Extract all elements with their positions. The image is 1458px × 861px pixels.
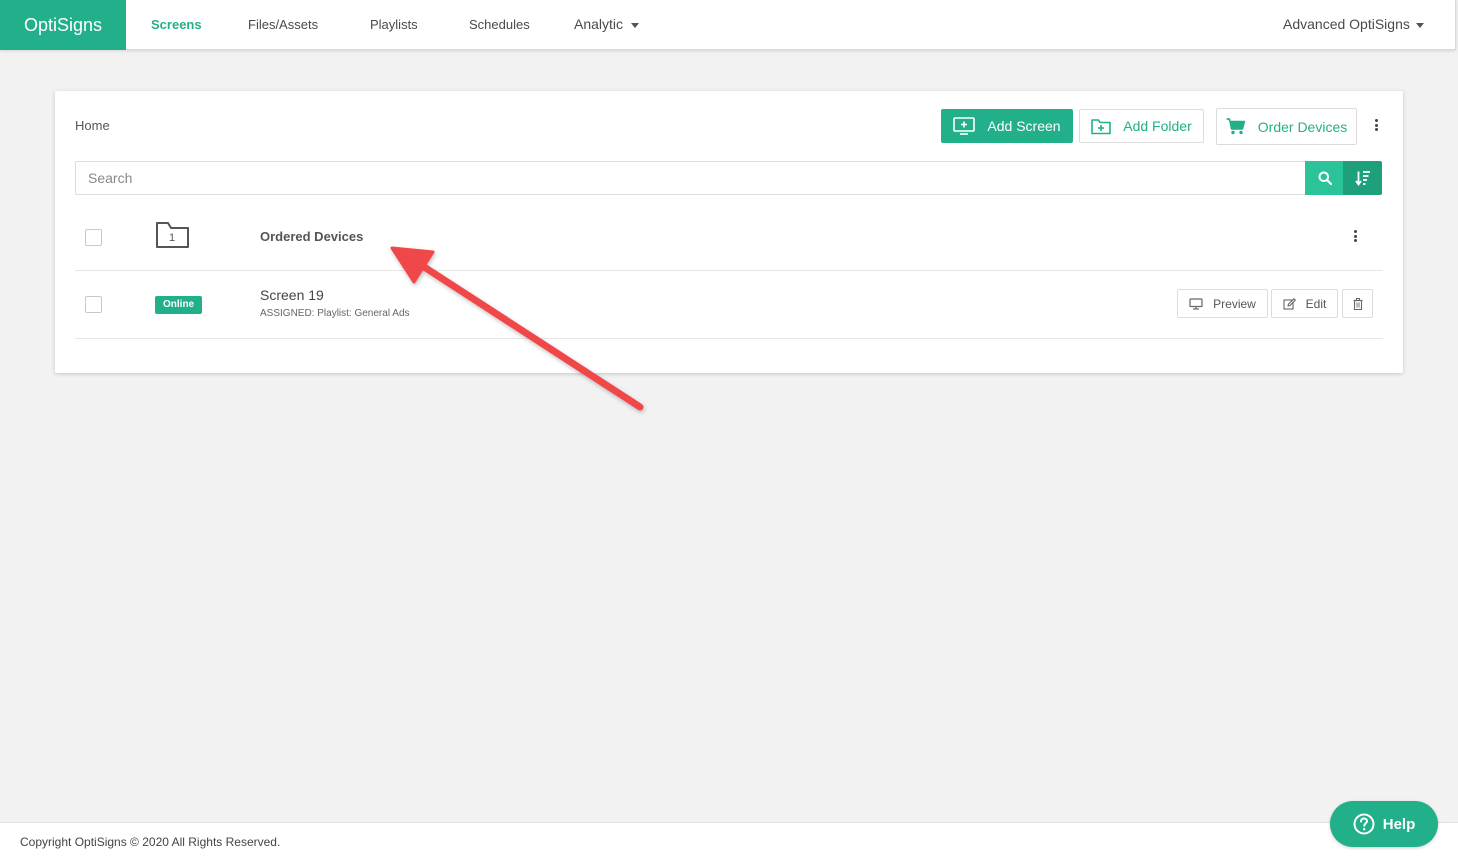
edit-icon — [1283, 297, 1296, 310]
search-input[interactable] — [75, 161, 1305, 195]
nav-analytic-label: Analytic — [574, 16, 624, 32]
status-badge: Online — [155, 296, 203, 314]
screens-panel: Home Add Screen Add Folder Order Devices — [55, 91, 1403, 373]
nav-schedules[interactable]: Schedules — [469, 0, 530, 50]
search-button[interactable] — [1305, 161, 1344, 195]
help-button[interactable]: Help — [1330, 801, 1438, 847]
sort-icon — [1354, 171, 1370, 186]
nav-files-assets[interactable]: Files/Assets — [248, 0, 318, 50]
copyright-text: Copyright OptiSigns © 2020 All Rights Re… — [20, 835, 281, 849]
add-folder-label: Add Folder — [1123, 118, 1192, 134]
delete-button[interactable] — [1342, 289, 1373, 318]
account-menu[interactable]: Advanced OptiSigns — [1283, 0, 1424, 50]
nav-screens[interactable]: Screens — [151, 0, 202, 50]
top-navbar: OptiSigns Screens Files/Assets Playlists… — [0, 0, 1456, 50]
shopping-cart-icon — [1226, 118, 1245, 135]
nav-analytic-dropdown[interactable]: Analytic — [574, 0, 640, 50]
nav-playlists[interactable]: Playlists — [370, 0, 418, 50]
help-label: Help — [1382, 815, 1416, 833]
screen-row-checkbox[interactable] — [85, 296, 102, 313]
screen-assignment: ASSIGNED: Playlist: General Ads — [260, 308, 410, 319]
preview-button[interactable]: Preview — [1177, 289, 1268, 318]
monitor-icon — [1189, 297, 1203, 310]
edit-button[interactable]: Edit — [1271, 289, 1338, 318]
more-options-icon[interactable] — [1371, 119, 1381, 131]
brand-logo[interactable]: OptiSigns — [0, 0, 126, 50]
search-icon — [1318, 171, 1332, 185]
screen-name[interactable]: Screen 19 — [260, 287, 324, 303]
account-name: Advanced OptiSigns — [1283, 16, 1410, 32]
add-screen-button[interactable]: Add Screen — [941, 109, 1073, 143]
folder-name[interactable]: Ordered Devices — [260, 229, 363, 244]
order-devices-label: Order Devices — [1257, 118, 1348, 135]
order-devices-button[interactable]: Order Devices — [1216, 108, 1357, 145]
trash-icon — [1353, 297, 1362, 310]
footer: Copyright OptiSigns © 2020 All Rights Re… — [0, 822, 1458, 861]
add-screen-label: Add Screen — [987, 118, 1061, 134]
question-circle-icon — [1353, 813, 1375, 835]
row-divider — [75, 338, 1383, 339]
add-folder-button[interactable]: Add Folder — [1079, 109, 1204, 143]
edit-label: Edit — [1305, 296, 1327, 311]
breadcrumb[interactable]: Home — [75, 118, 110, 133]
monitor-plus-icon — [953, 117, 976, 135]
folder-plus-icon — [1091, 118, 1112, 134]
chevron-down-icon — [1415, 22, 1424, 28]
row-divider — [75, 270, 1383, 271]
folder-more-options-icon[interactable] — [1350, 230, 1360, 242]
folder-icon[interactable]: 1 — [155, 220, 191, 250]
chevron-down-icon — [631, 22, 640, 28]
folder-row-checkbox[interactable] — [85, 229, 102, 246]
folder-count: 1 — [168, 232, 176, 244]
preview-label: Preview — [1213, 296, 1256, 311]
sort-button[interactable] — [1343, 161, 1382, 195]
